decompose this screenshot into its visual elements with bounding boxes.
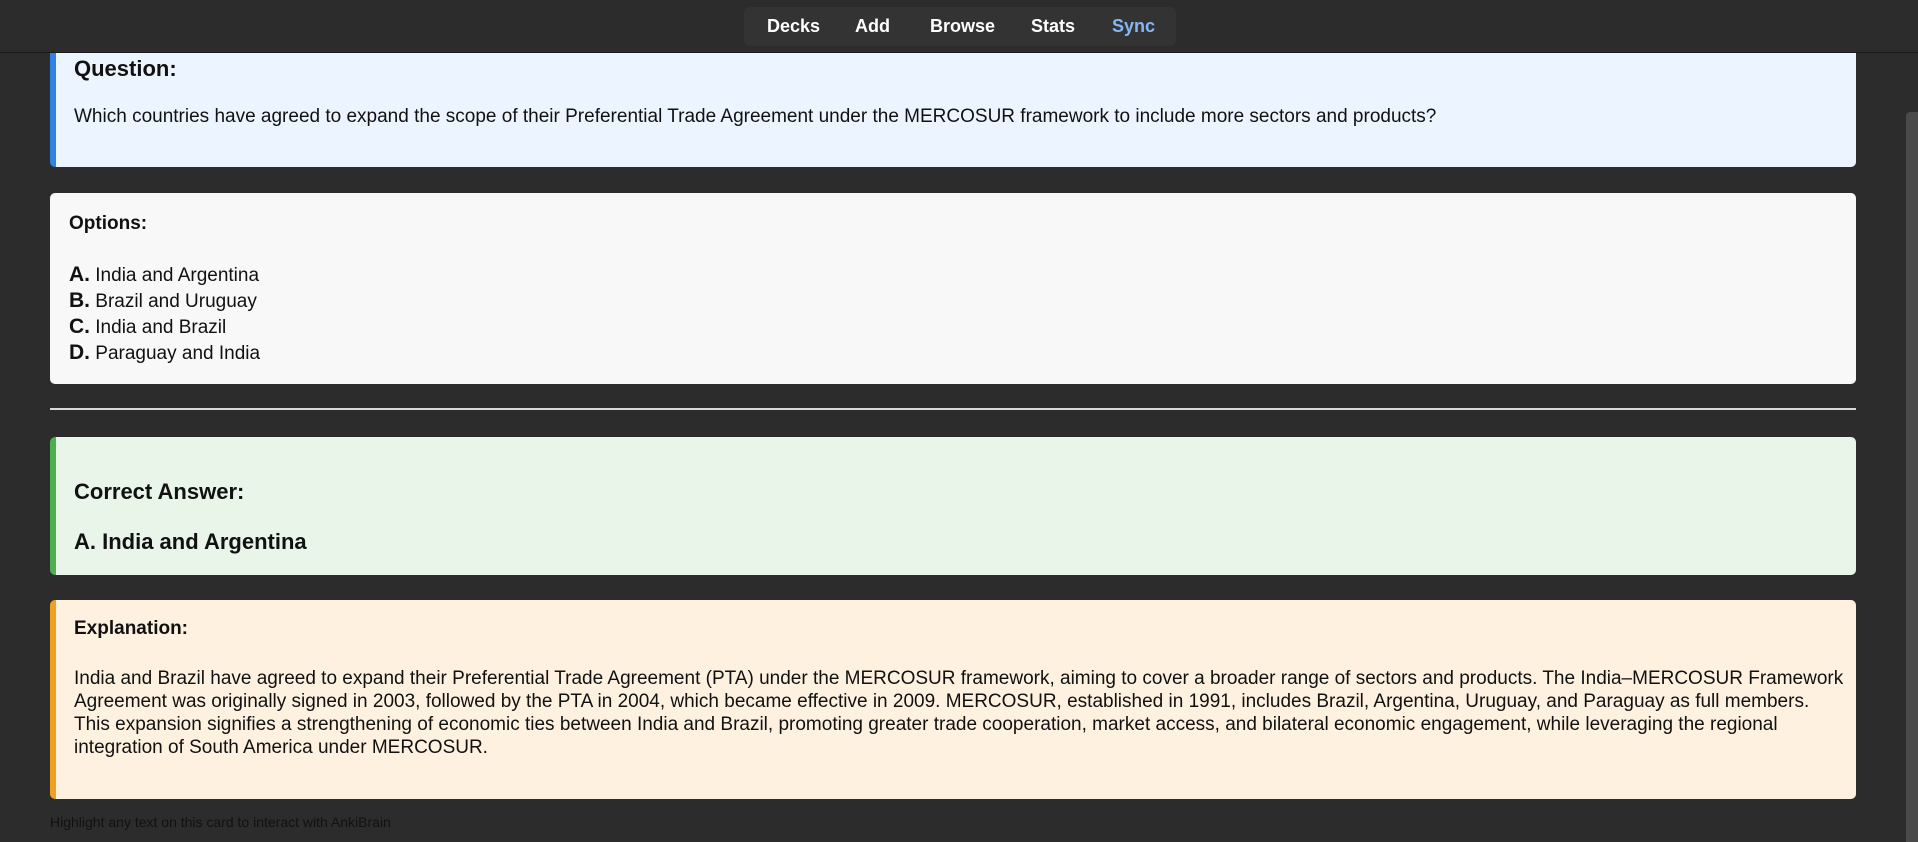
options-list: A. India and Argentina B. Brazil and Uru… — [69, 262, 260, 366]
page-scrollbar[interactable] — [1906, 112, 1918, 842]
option-letter: C. — [69, 315, 90, 338]
explanation-card: Explanation: India and Brazil have agree… — [50, 600, 1856, 799]
nav-add-button[interactable]: Add — [855, 7, 890, 46]
explanation-text: India and Brazil have agreed to expand t… — [74, 668, 1844, 758]
ankibrain-hint: Highlight any text on this card to inter… — [50, 814, 391, 830]
options-card: Options: A. India and Argentina B. Brazi… — [50, 193, 1856, 384]
main-nav: Decks Add Browse Stats Sync — [744, 7, 1176, 46]
option-text: India and Brazil — [95, 317, 227, 338]
option-c: C. India and Brazil — [69, 314, 260, 340]
options-title: Options: — [69, 213, 148, 234]
answer-card: Correct Answer: A. India and Argentina — [50, 437, 1856, 575]
answer-divider — [50, 408, 1856, 410]
option-d: D. Paraguay and India — [69, 340, 260, 366]
answer-text: A. India and Argentina — [74, 529, 307, 554]
option-letter: A. — [69, 263, 90, 286]
option-letter: B. — [69, 289, 90, 312]
question-text: Which countries have agreed to expand th… — [74, 106, 1437, 127]
option-letter: D. — [69, 341, 90, 364]
top-toolbar: Decks Add Browse Stats Sync — [0, 0, 1918, 53]
explanation-title: Explanation: — [74, 618, 189, 639]
option-text: Paraguay and India — [95, 343, 261, 364]
answer-title: Correct Answer: — [74, 479, 245, 504]
option-text: India and Argentina — [95, 265, 260, 286]
nav-decks-button[interactable]: Decks — [767, 7, 820, 46]
option-a: A. India and Argentina — [69, 262, 260, 288]
nav-browse-button[interactable]: Browse — [930, 7, 995, 46]
question-title: Question: — [74, 56, 177, 81]
nav-stats-button[interactable]: Stats — [1031, 7, 1075, 46]
nav-sync-button[interactable]: Sync — [1112, 7, 1155, 46]
question-card: Question: Which countries have agreed to… — [50, 40, 1856, 167]
option-b: B. Brazil and Uruguay — [69, 288, 260, 314]
option-text: Brazil and Uruguay — [95, 291, 257, 312]
